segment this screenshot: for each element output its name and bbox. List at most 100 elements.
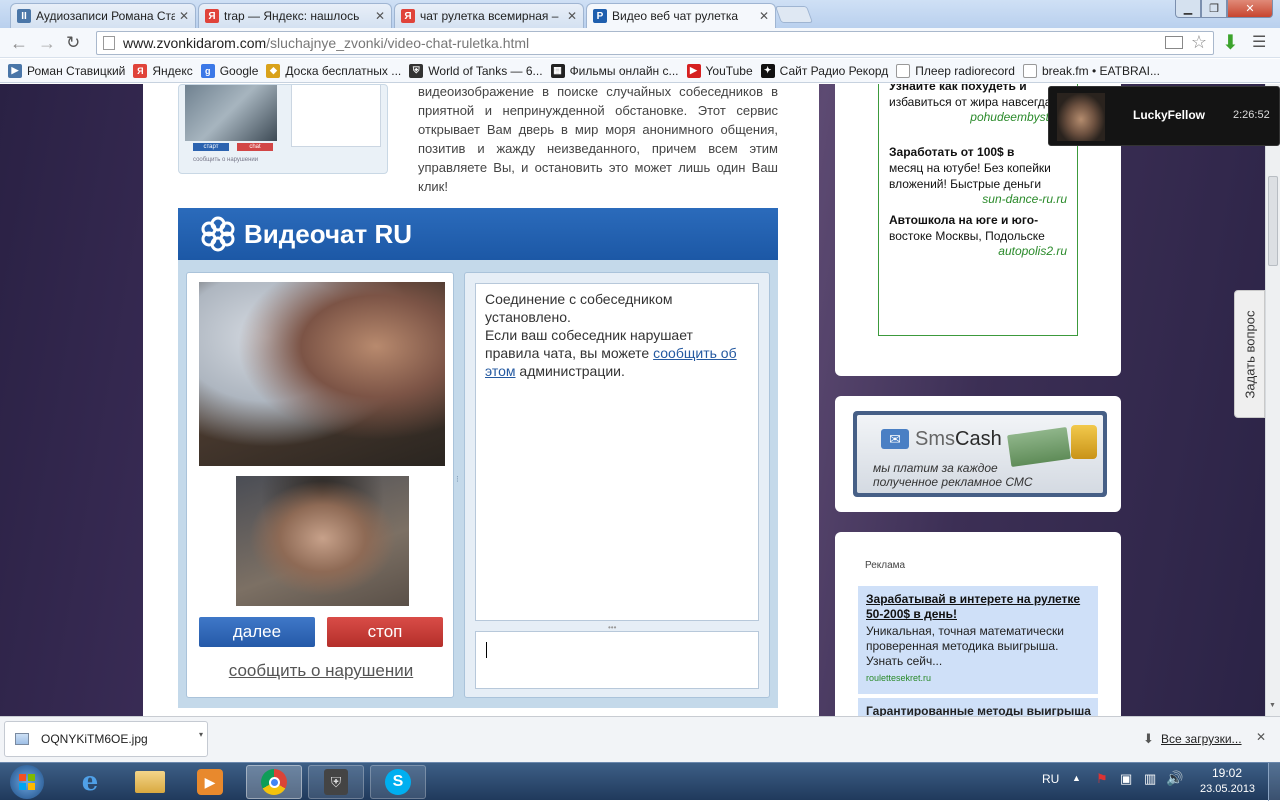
maximize-button[interactable]: ❐: [1201, 0, 1227, 18]
vk-audio-icon: II: [17, 9, 31, 23]
ie-taskbar-button[interactable]: e: [62, 765, 118, 799]
report-violation-link[interactable]: сообщить о нарушении: [187, 661, 455, 681]
chat-message: Соединение с собеседником установлено.: [485, 291, 673, 325]
chevron-down-icon[interactable]: ▾: [199, 730, 203, 739]
chrome-taskbar-button[interactable]: [246, 765, 302, 799]
close-icon[interactable]: ✕: [375, 9, 385, 23]
bookmark-item[interactable]: ⛨ World of Tanks — 6...: [409, 63, 543, 78]
device-icon[interactable]: ▣: [1120, 771, 1132, 787]
close-icon[interactable]: ✕: [567, 9, 577, 23]
page-icon: [103, 36, 115, 50]
ad-item[interactable]: Заработать от 100$ в месяц на ютубе! Без …: [889, 144, 1067, 192]
start-button[interactable]: [4, 763, 50, 801]
smscash-box: ✉ SmsCash мы платим за каждое полученное…: [835, 396, 1121, 512]
flower-logo-icon: [200, 216, 236, 252]
menu-icon[interactable]: ☰: [1252, 32, 1266, 52]
network-icon[interactable]: ▥: [1144, 771, 1156, 787]
ask-question-tab[interactable]: Задать вопрос: [1234, 290, 1265, 418]
tab-yandex-trap[interactable]: Я trap — Яндекс: нашлось ✕: [198, 3, 392, 28]
wot-icon: ⛨: [324, 769, 348, 795]
ie-icon: e: [81, 767, 99, 797]
volume-icon[interactable]: 🔊: [1166, 770, 1183, 787]
videochat-title: Видеочат RU: [244, 218, 413, 249]
yandex-icon: Я: [401, 9, 415, 23]
bookmark-item[interactable]: ◆ Доска бесплатных ...: [266, 63, 401, 78]
bookmark-item[interactable]: ▦ Фильмы онлайн с...: [550, 63, 679, 78]
scroll-down-icon[interactable]: ▼: [1269, 702, 1276, 709]
smscash-logo: SmsCash: [915, 428, 1002, 450]
download-arrow-icon[interactable]: ⬇: [1222, 30, 1239, 55]
partner-video: [199, 282, 445, 466]
bookmark-item[interactable]: Плеер radiorecord: [896, 63, 1015, 78]
smscash-tagline: мы платим за каждое полученное рекламное…: [873, 461, 1033, 489]
download-item[interactable]: OQNYKiTM6OE.jpg ▾: [4, 721, 208, 757]
media-player-taskbar-button[interactable]: ▶: [182, 765, 238, 799]
image-file-icon: [15, 733, 29, 745]
back-icon[interactable]: ←: [10, 33, 28, 54]
bookmark-item[interactable]: ▶ Роман Ставицкий: [8, 63, 125, 78]
bookmark-item[interactable]: Я Яндекс: [133, 63, 193, 78]
close-icon[interactable]: ✕: [759, 9, 769, 23]
flag-icon[interactable]: ⚑: [1096, 771, 1108, 787]
clock-time[interactable]: 19:02: [1212, 766, 1242, 780]
new-tab-button[interactable]: [774, 6, 814, 23]
tab-yandex-chat[interactable]: Я чат рулетка всемирная – ✕: [394, 3, 584, 28]
page-scrollbar[interactable]: ▲ ▼: [1265, 84, 1280, 716]
stop-button[interactable]: стоп: [327, 617, 443, 647]
show-desktop-button[interactable]: [1268, 763, 1280, 801]
ad-block-2[interactable]: Гарантированные методы выигрыша: [858, 698, 1098, 716]
thumbnail-photo: [185, 85, 277, 141]
language-indicator[interactable]: RU: [1042, 772, 1059, 786]
ad-block-title[interactable]: Зарабатывай в интерете на рулетке 50-200…: [866, 592, 1090, 622]
browser-toolbar: ← → ↻ www.zvonkidarom.com/sluchajnye_zvo…: [0, 28, 1280, 58]
ad-link[interactable]: autopolis2.ru: [889, 244, 1067, 258]
smscash-banner[interactable]: ✉ SmsCash мы платим за каждое полученное…: [853, 411, 1107, 497]
minimize-button[interactable]: ▁: [1175, 0, 1201, 18]
download-arrow-icon: ⬇: [1143, 731, 1154, 746]
ad-block-text: Уникальная, точная математически провере…: [866, 624, 1064, 668]
windows-taskbar: e ▶ ⛨ S RU ▲ ⚑ ▣ ▥ 🔊 19:02 23.05.2013: [0, 762, 1280, 801]
text-cursor: [486, 642, 487, 658]
chevron-up-icon[interactable]: ▲: [1072, 773, 1081, 783]
tab-audio[interactable]: II Аудиозаписи Романа Ста ✕: [10, 3, 196, 28]
yandex-icon: Я: [133, 63, 148, 78]
explorer-taskbar-button[interactable]: [122, 765, 178, 799]
film-icon: ▦: [550, 63, 565, 78]
star-icon[interactable]: ☆: [1191, 32, 1207, 53]
next-button[interactable]: далее: [199, 617, 315, 647]
address-bar[interactable]: www.zvonkidarom.com/sluchajnye_zvonki/vi…: [96, 31, 1214, 55]
skype-icon: S: [385, 769, 411, 795]
thumbnail-chat-button: chat: [237, 143, 273, 151]
close-icon[interactable]: ✕: [1256, 730, 1266, 744]
close-icon[interactable]: ✕: [179, 9, 189, 23]
download-filename: OQNYKiTM6OE.jpg: [41, 732, 148, 746]
reload-icon[interactable]: ↻: [66, 33, 80, 53]
bookmark-item[interactable]: break.fm • EATBRAI...: [1022, 63, 1160, 78]
scroll-thumb[interactable]: [1268, 176, 1278, 266]
clock-date[interactable]: 23.05.2013: [1200, 783, 1255, 795]
download-shelf: OQNYKiTM6OE.jpg ▾ ⬇ Все загрузки... ✕: [0, 716, 1280, 762]
all-downloads-link[interactable]: Все загрузки...: [1161, 732, 1242, 746]
ad-link[interactable]: pohudeembystro.r: [889, 110, 1067, 124]
url-host: www.zvonkidarom.com: [123, 35, 267, 51]
wot-taskbar-button[interactable]: ⛨: [308, 765, 364, 799]
resize-handle[interactable]: ⁝: [456, 475, 462, 494]
skype-notification[interactable]: LuckyFellow 2:26:52: [1048, 86, 1280, 146]
close-window-button[interactable]: ✕: [1227, 0, 1273, 18]
bookmark-item[interactable]: ✦ Сайт Радио Рекорд: [760, 63, 888, 78]
ad-block-box: Реклама Зарабатывай в интерете на рулетк…: [835, 532, 1121, 716]
main-content: старт chat сообщить о нарушении видеоизо…: [143, 84, 819, 716]
skype-taskbar-button[interactable]: S: [370, 765, 426, 799]
ad-item[interactable]: Автошкола на юге и юго-востоке Москвы, П…: [889, 212, 1067, 244]
tab-videochat[interactable]: P Видео веб чат рулетка ✕: [586, 3, 776, 28]
bookmark-item[interactable]: g Google: [200, 63, 258, 78]
camera-blocked-icon[interactable]: [1165, 36, 1183, 49]
bookmark-item[interactable]: ▶ YouTube: [686, 63, 753, 78]
ad-item[interactable]: Узнайте как похудеть и избавиться от жира…: [889, 84, 1067, 110]
ad-link[interactable]: sun-dance-ru.ru: [889, 192, 1067, 206]
forward-icon[interactable]: →: [38, 33, 56, 54]
ad-block-url[interactable]: roulettesekret.ru: [866, 673, 1090, 683]
preview-thumbnail[interactable]: старт chat сообщить о нарушении: [178, 84, 388, 174]
ad-block[interactable]: Зарабатывай в интерете на рулетке 50-200…: [858, 586, 1098, 694]
chat-input[interactable]: [475, 631, 759, 689]
